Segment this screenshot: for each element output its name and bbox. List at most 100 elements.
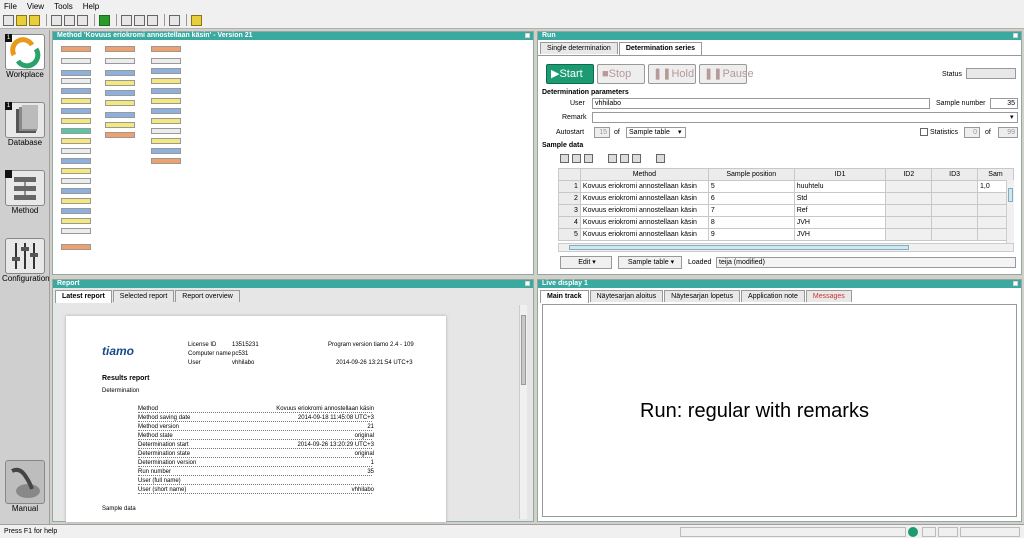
folder-icon[interactable] [29,14,40,26]
flow-node[interactable] [151,138,181,144]
users-icon[interactable] [134,14,145,26]
flow-node[interactable] [61,188,91,194]
maximize-icon[interactable] [1013,281,1018,286]
cell-id1[interactable]: JVH [793,228,887,241]
cell-position[interactable]: 7 [707,204,795,217]
menu-help[interactable]: Help [83,2,99,11]
save-icon[interactable] [560,154,569,163]
flow-node[interactable] [61,228,91,234]
cell-id3[interactable] [931,216,979,229]
cell-id1[interactable]: JVH [793,216,887,229]
flow-node[interactable] [61,128,91,134]
cell-id1[interactable]: Std [793,192,887,205]
nav-database[interactable]: 1 Database [2,102,48,147]
nav-method[interactable]: Method [2,170,48,215]
cell-id2[interactable] [885,192,933,205]
start-button[interactable]: ▶Start [546,64,594,84]
stop-button[interactable]: ■Stop [597,64,645,84]
cell-id2[interactable] [885,228,933,241]
undo-icon[interactable] [584,154,593,163]
flow-node[interactable] [105,112,135,118]
column-header[interactable]: Method [579,168,709,181]
open-icon[interactable] [16,14,27,26]
tab-naytesarjan-aloitus[interactable]: Näytesarjan aloitus [589,290,664,302]
tab-selected-report[interactable]: Selected report [112,290,175,302]
flow-node[interactable] [61,218,91,224]
flow-node[interactable] [61,78,91,84]
window-close-icon[interactable] [77,14,88,26]
tab-report-overview[interactable]: Report overview [175,290,240,302]
cell-id3[interactable] [931,204,979,217]
nav-configuration[interactable]: Configuration [2,238,50,283]
copy-icon[interactable] [608,154,617,163]
cell-position[interactable]: 6 [707,192,795,205]
statistics-input[interactable]: 0 [964,127,980,138]
flow-node[interactable] [61,178,91,184]
nav-manual[interactable]: Manual [2,460,48,513]
flow-node[interactable] [151,78,181,84]
cell-method[interactable]: Kovuus eriokromi annostellaan käsin [579,204,709,217]
flow-node[interactable] [151,108,181,114]
edit-button[interactable]: Edit ▾ [560,256,612,269]
column-header[interactable]: ID1 [793,168,887,181]
flow-node[interactable] [151,88,181,94]
menu-file[interactable]: File [4,2,17,11]
flow-node[interactable] [151,98,181,104]
flow-node[interactable] [151,158,181,164]
cell-id1[interactable]: Ref [793,204,887,217]
maximize-icon[interactable] [1013,33,1018,38]
maximize-icon[interactable] [525,281,530,286]
table-row[interactable]: 1 Kovuus eriokromi annostellaan käsin 5 … [558,180,1014,193]
cell-position[interactable]: 5 [707,180,795,193]
table-vertical-scrollbar[interactable] [1006,180,1014,243]
hold-button[interactable]: ❚❚Hold [648,64,696,84]
autostart-input[interactable]: 15 [594,127,610,138]
flow-node[interactable] [61,138,91,144]
flow-node[interactable] [61,108,91,114]
flow-node[interactable] [105,46,135,52]
tab-determination-series[interactable]: Determination series [618,42,703,55]
flow-node[interactable] [151,118,181,124]
cell-method[interactable]: Kovuus eriokromi annostellaan käsin [579,192,709,205]
printer-icon[interactable] [169,14,180,26]
table-row[interactable]: 4 Kovuus eriokromi annostellaan käsin 8 … [558,216,1014,229]
cell-id3[interactable] [931,192,979,205]
user-icon[interactable] [121,14,132,26]
sample-number-input[interactable]: 35 [990,98,1018,109]
pdf-icon[interactable] [572,154,581,163]
menu-tools[interactable]: Tools [54,2,73,11]
flow-node[interactable] [151,68,181,74]
flow-node[interactable] [151,148,181,154]
flow-node[interactable] [61,158,91,164]
flow-node[interactable] [151,128,181,134]
remark-select[interactable] [592,112,1018,123]
tab-main-track[interactable]: Main track [540,290,589,303]
edit-table-icon[interactable] [656,154,665,163]
user-input[interactable]: vhhilabo [592,98,930,109]
nav-workplace[interactable]: 1 Workplace [2,34,48,79]
flow-node[interactable] [61,208,91,214]
window-icon[interactable] [51,14,62,26]
table-row[interactable]: 5 Kovuus eriokromi annostellaan käsin 9 … [558,228,1014,241]
cell-id2[interactable] [885,204,933,217]
sample-table[interactable]: Method Sample position ID1 ID2 ID3 Sam 1… [558,168,1014,241]
flow-node[interactable] [105,122,135,128]
pause-button[interactable]: ❚❚Pause [699,64,754,84]
flow-node[interactable] [105,80,135,86]
column-header[interactable]: ID3 [931,168,979,181]
flow-node[interactable] [61,46,91,52]
flow-node[interactable] [105,100,135,106]
chevron-down-icon[interactable]: ▾ [1010,113,1014,121]
cell-id2[interactable] [885,216,933,229]
network-icon[interactable] [147,14,158,26]
window-split-icon[interactable] [64,14,75,26]
column-header[interactable]: Sam [977,168,1014,181]
statistics-checkbox[interactable] [920,128,928,136]
table-row[interactable]: 3 Kovuus eriokromi annostellaan käsin 7 … [558,204,1014,217]
flow-node[interactable] [61,118,91,124]
flow-node[interactable] [61,58,91,64]
flow-node[interactable] [105,70,135,76]
scrollbar-thumb[interactable] [1008,188,1013,202]
table-row[interactable]: 2 Kovuus eriokromi annostellaan käsin 6 … [558,192,1014,205]
flow-node[interactable] [151,46,181,52]
